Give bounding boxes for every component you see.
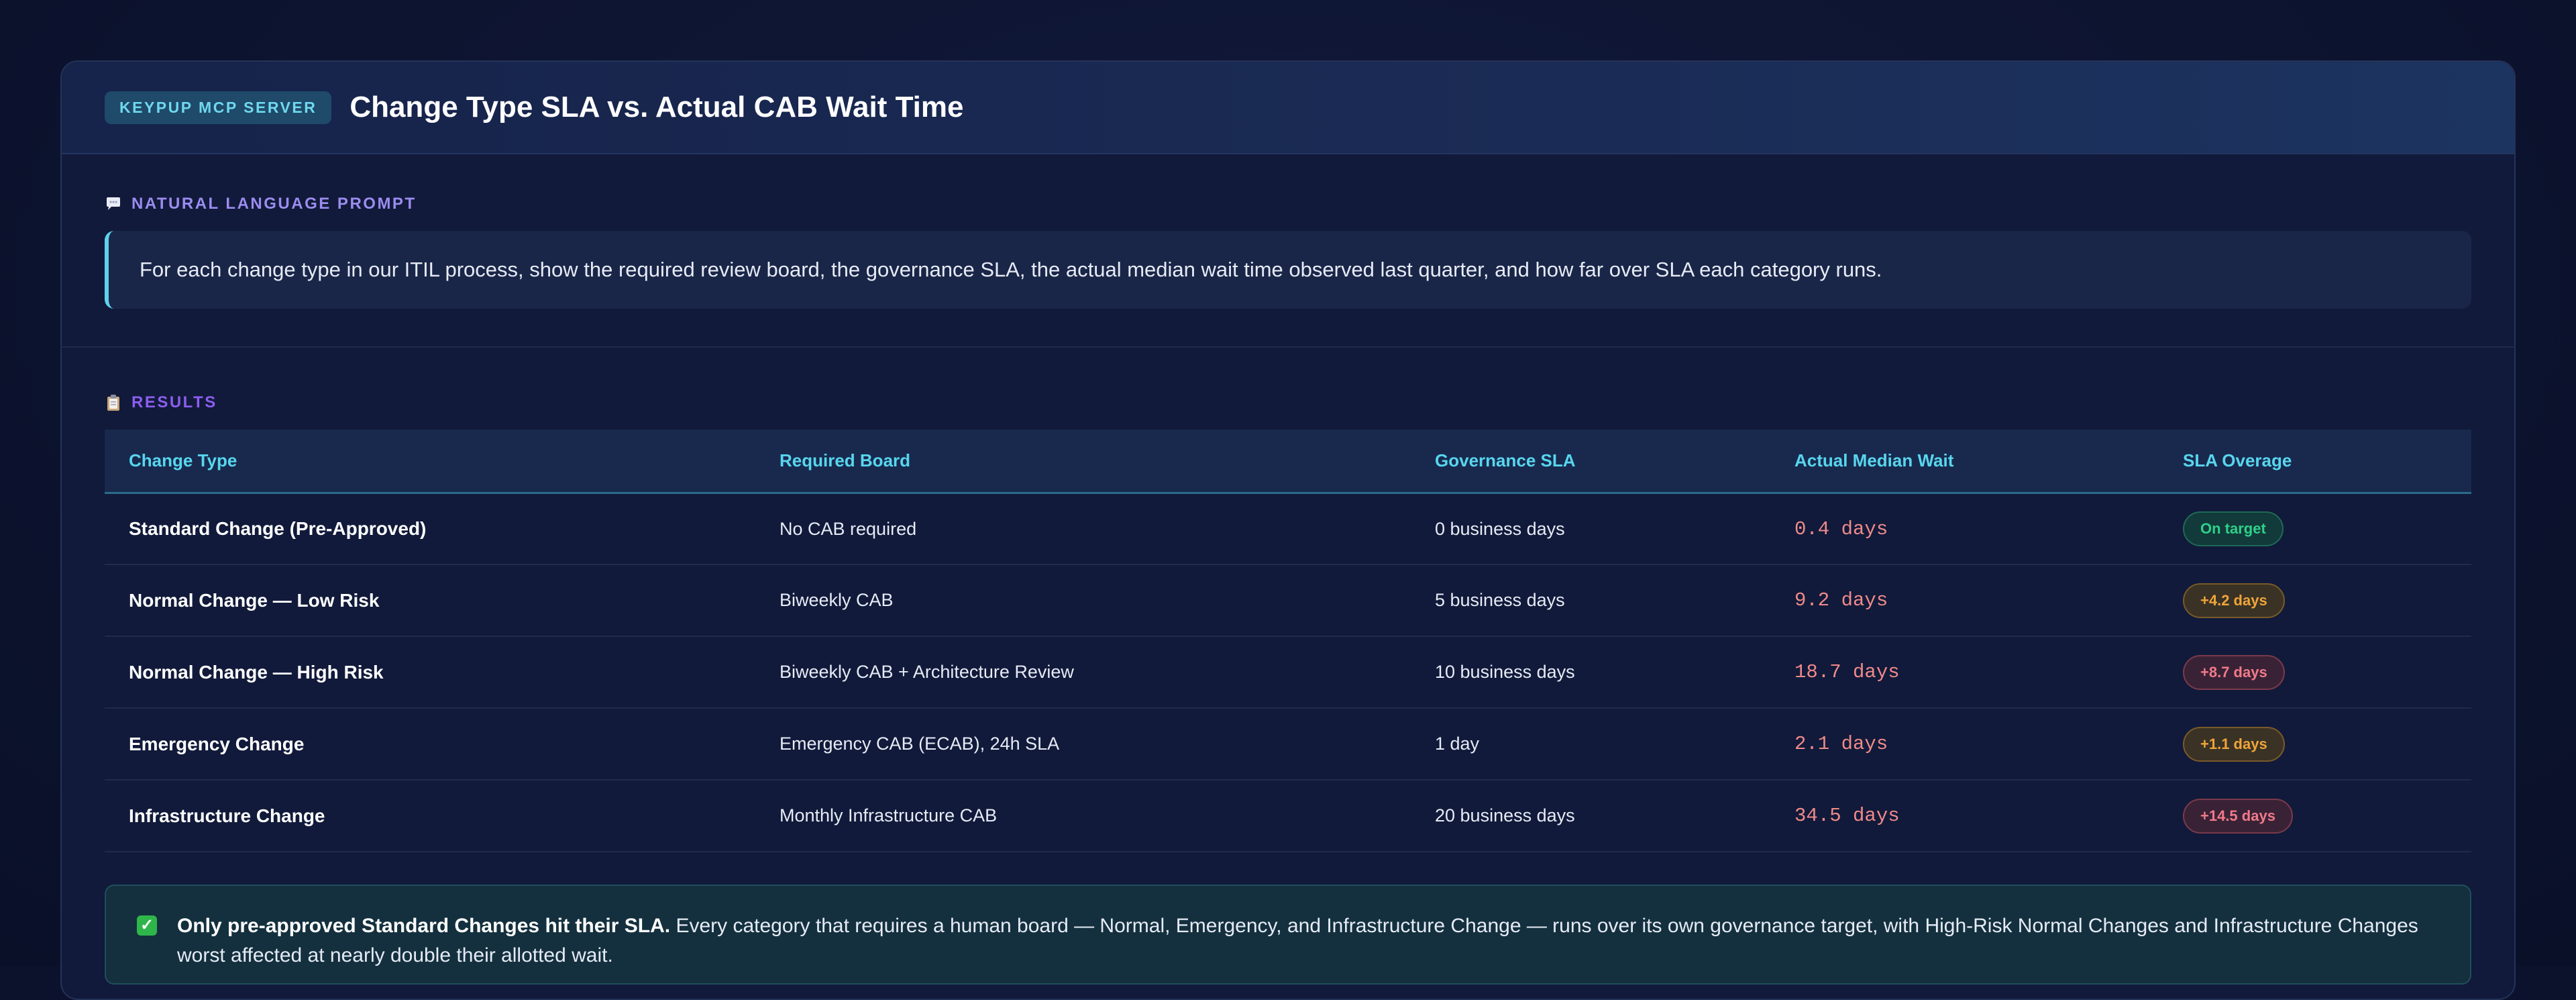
- cell-governance-sla: 10 business days: [1411, 636, 1770, 709]
- prompt-section: NATURAL LANGUAGE PROMPT For each change …: [62, 154, 2514, 348]
- table-row: Infrastructure Change Monthly Infrastruc…: [105, 780, 2471, 853]
- table-row: Normal Change — High Risk Biweekly CAB +…: [105, 636, 2471, 709]
- cell-required-board: Emergency CAB (ECAB), 24h SLA: [755, 708, 1411, 781]
- cell-change-type: Infrastructure Change: [105, 780, 755, 853]
- cell-governance-sla: 5 business days: [1411, 564, 1770, 638]
- results-card: KEYPUP MCP SERVER Change Type SLA vs. Ac…: [60, 60, 2516, 1000]
- column-header-actual-median-wait[interactable]: Actual Median Wait: [1770, 430, 2159, 494]
- cell-median-wait: 9.2 days: [1770, 564, 2159, 638]
- cell-required-board: No CAB required: [755, 493, 1411, 566]
- results-label: RESULTS: [105, 393, 2471, 412]
- summary-headline: Only pre-approved Standard Changes hit t…: [177, 915, 671, 938]
- cell-governance-sla: 1 day: [1411, 708, 1770, 781]
- cell-sla-overage: +1.1 days: [2159, 708, 2471, 781]
- results-table: Change Type Required Board Governance SL…: [105, 430, 2471, 853]
- column-header-change-type[interactable]: Change Type: [105, 430, 755, 494]
- status-badge: +1.1 days: [2183, 726, 2285, 762]
- cell-sla-overage: +8.7 days: [2159, 636, 2471, 709]
- table-header-row: Change Type Required Board Governance SL…: [105, 430, 2471, 494]
- status-badge: On target: [2183, 511, 2284, 547]
- column-header-required-board[interactable]: Required Board: [755, 430, 1411, 494]
- prompt-label-text: NATURAL LANGUAGE PROMPT: [131, 195, 417, 213]
- cell-change-type: Normal Change — High Risk: [105, 636, 755, 709]
- cell-sla-overage: +4.2 days: [2159, 564, 2471, 638]
- cell-required-board: Biweekly CAB + Architecture Review: [755, 636, 1411, 709]
- status-badge: +8.7 days: [2183, 654, 2285, 690]
- prompt-label: NATURAL LANGUAGE PROMPT: [105, 195, 2471, 213]
- summary-text: Only pre-approved Standard Changes hit t…: [177, 911, 2439, 970]
- status-badge: +14.5 days: [2183, 798, 2293, 834]
- cell-sla-overage: On target: [2159, 493, 2471, 566]
- cell-median-wait: 0.4 days: [1770, 493, 2159, 566]
- check-icon: ✓: [137, 915, 157, 936]
- summary-callout: ✓ Only pre-approved Standard Changes hit…: [105, 885, 2471, 985]
- cell-change-type: Standard Change (Pre-Approved): [105, 493, 755, 566]
- server-badge: KEYPUP MCP SERVER: [105, 91, 332, 124]
- cell-governance-sla: 0 business days: [1411, 493, 1770, 566]
- cell-median-wait: 18.7 days: [1770, 636, 2159, 709]
- column-header-sla-overage[interactable]: SLA Overage: [2159, 430, 2471, 494]
- table-row: Emergency Change Emergency CAB (ECAB), 2…: [105, 708, 2471, 781]
- results-section: RESULTS Change Type Required Board Gover…: [62, 348, 2514, 853]
- prompt-text: For each change type in our ITIL process…: [105, 231, 2471, 309]
- column-header-governance-sla[interactable]: Governance SLA: [1411, 430, 1770, 494]
- clipboard-icon: [105, 394, 122, 411]
- cell-governance-sla: 20 business days: [1411, 780, 1770, 853]
- cell-change-type: Normal Change — Low Risk: [105, 564, 755, 638]
- table-row: Standard Change (Pre-Approved) No CAB re…: [105, 493, 2471, 566]
- cell-required-board: Monthly Infrastructure CAB: [755, 780, 1411, 853]
- table-row: Normal Change — Low Risk Biweekly CAB 5 …: [105, 564, 2471, 638]
- page-title: Change Type SLA vs. Actual CAB Wait Time: [350, 91, 964, 123]
- cell-median-wait: 2.1 days: [1770, 708, 2159, 781]
- cell-change-type: Emergency Change: [105, 708, 755, 781]
- cell-median-wait: 34.5 days: [1770, 780, 2159, 853]
- cell-sla-overage: +14.5 days: [2159, 780, 2471, 853]
- speech-bubble-icon: [105, 195, 122, 213]
- card-header: KEYPUP MCP SERVER Change Type SLA vs. Ac…: [62, 62, 2514, 154]
- results-label-text: RESULTS: [131, 393, 217, 412]
- cell-required-board: Biweekly CAB: [755, 564, 1411, 638]
- status-badge: +4.2 days: [2183, 583, 2285, 618]
